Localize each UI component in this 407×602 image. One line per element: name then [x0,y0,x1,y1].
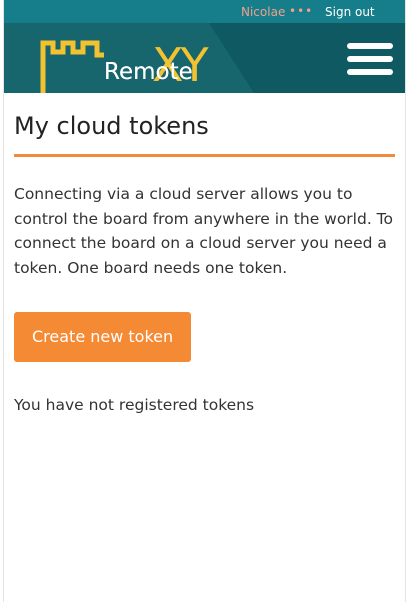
sign-out-link[interactable]: Sign out [325,5,375,19]
menu-bar-top [347,43,393,49]
hamburger-menu-icon[interactable] [347,43,393,77]
create-token-button[interactable]: Create new token [14,312,192,362]
main-content: My cloud tokens Connecting via a cloud s… [4,93,405,414]
site-header: Remote XY Remote [4,23,405,93]
intro-text: Connecting via a cloud server allows you… [14,185,394,277]
user-bar: Nicolae ••• Sign out [4,0,405,23]
title-divider [14,154,395,157]
user-name-link[interactable]: Nicolae [241,5,285,19]
empty-tokens-message: You have not registered tokens [14,396,255,414]
remotexy-logo[interactable]: Remote XY Remote [4,23,344,93]
app-frame: Nicolae ••• Sign out Remote XY Remote My… [3,0,406,602]
menu-bar-middle [347,56,393,62]
user-menu-dots-icon[interactable]: ••• [289,4,313,18]
menu-bar-bottom [347,69,393,75]
logo-remote-overlay-text: Remote [104,59,193,85]
page-title: My cloud tokens [14,112,209,140]
